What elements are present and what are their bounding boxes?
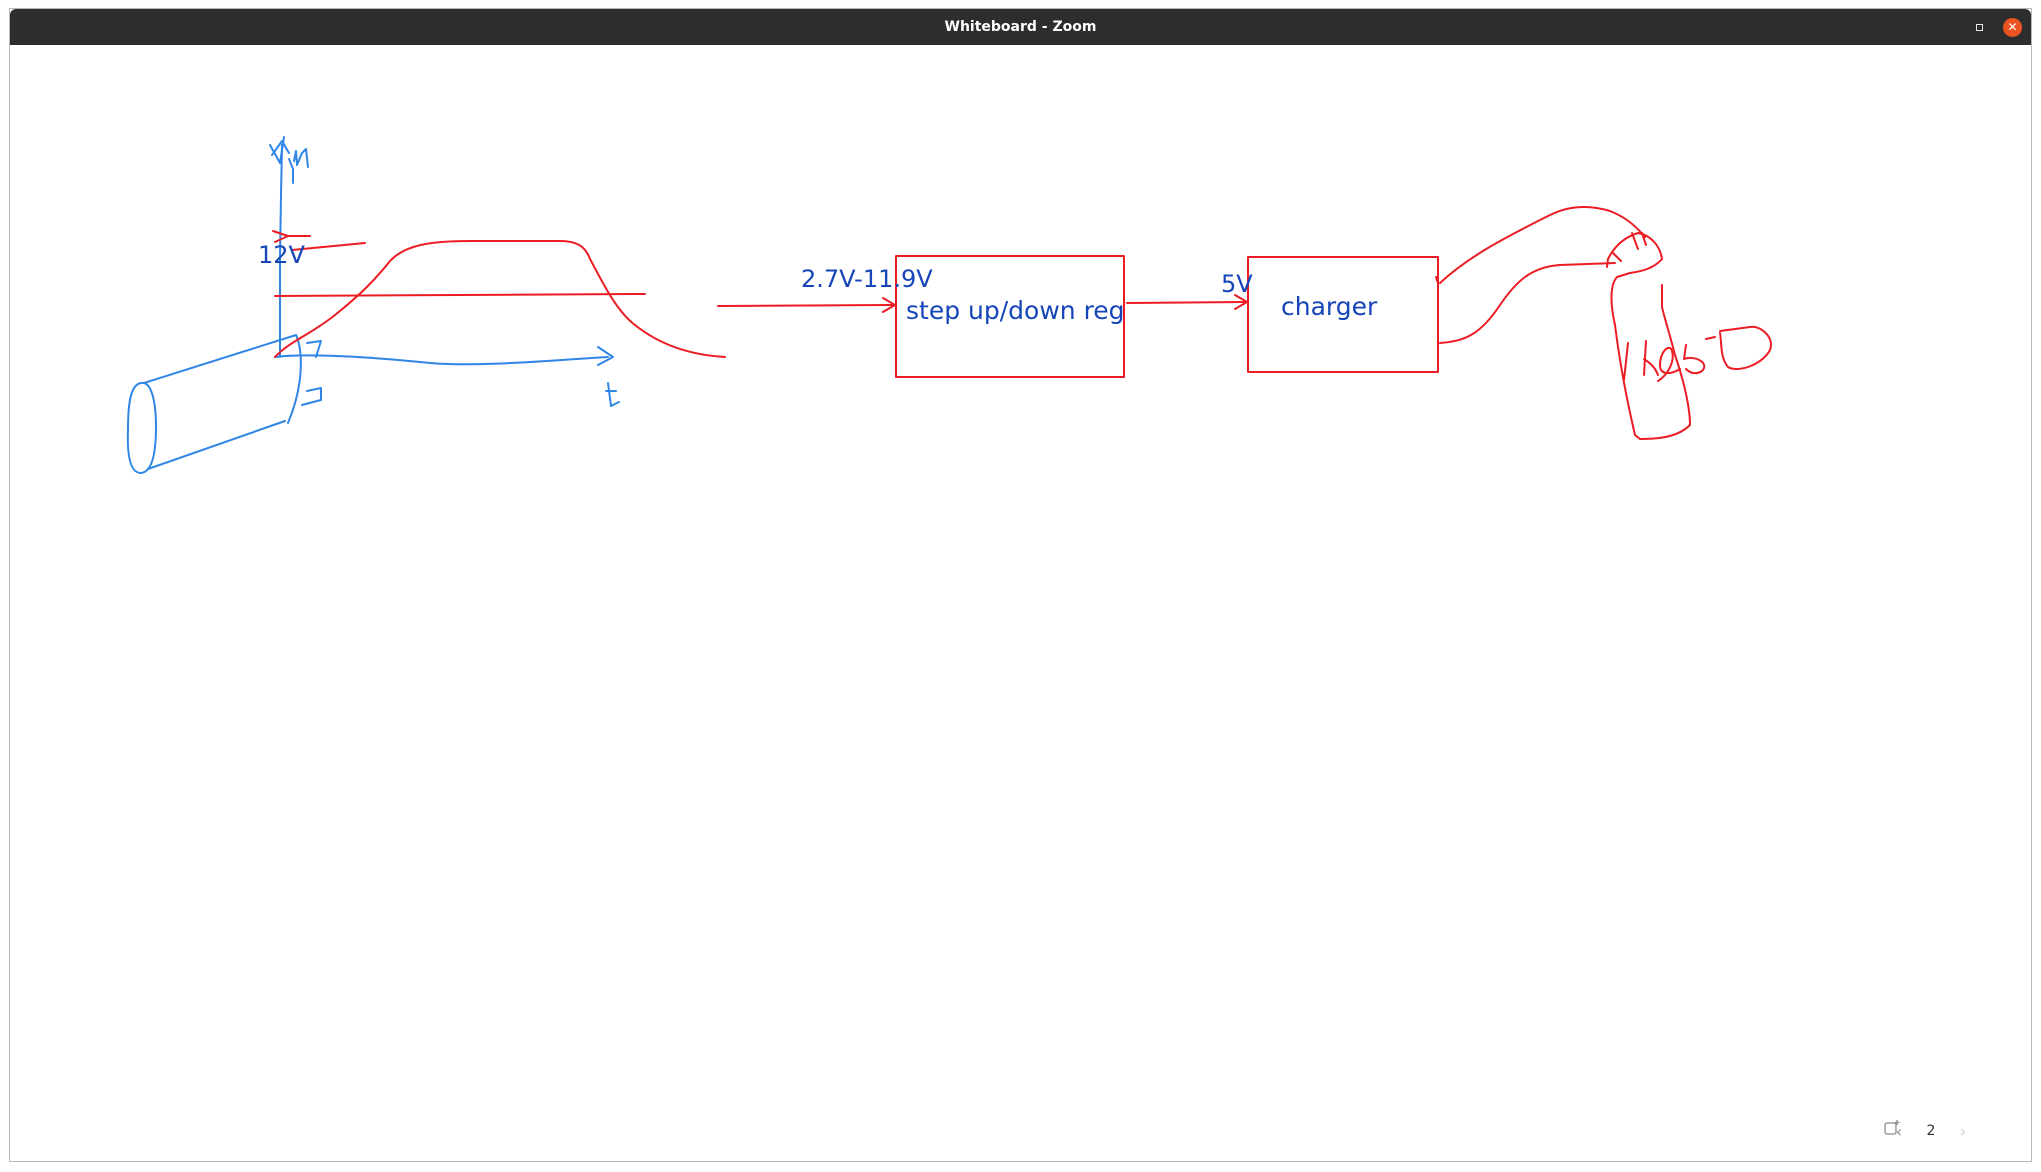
voltage-curve: [274, 240, 726, 358]
maximize-icon: [1975, 23, 1983, 31]
five-volt-label: 5V: [1221, 270, 1253, 298]
maximize-button[interactable]: [1973, 21, 1985, 33]
t-handwriting: [605, 382, 620, 407]
threshold-line: [274, 293, 646, 297]
add-page-icon: [1884, 1120, 1900, 1135]
arrow-to-regulator: [717, 304, 894, 307]
zoom-whiteboard-window: Whiteboard - Zoom ✕ 12V 2.7V-11.9V step …: [9, 8, 2032, 1162]
regulator-label: step up/down reg: [906, 296, 1125, 325]
x-axis-stroke: [274, 354, 609, 366]
arrow-to-charger: [1126, 301, 1246, 304]
whiteboard-canvas[interactable]: 12V 2.7V-11.9V step up/down reg 5V charg…: [10, 45, 2031, 1161]
close-button[interactable]: ✕: [2003, 18, 2022, 37]
charger-label: charger: [1281, 292, 1378, 321]
chevron-right-icon: ›: [1959, 1121, 1967, 1141]
voltage-12v-label: 12V: [258, 241, 305, 269]
charger-cable: [1439, 205, 1646, 284]
battery-cylinder: [126, 381, 157, 474]
page-navigator: ‹ 2 ›: [1883, 1119, 2011, 1143]
cell-cylinder: [1607, 232, 1691, 440]
add-page-button[interactable]: [1884, 1119, 2011, 1143]
x-axis-arrowhead: [597, 346, 614, 366]
whiteboard-drawing: [126, 136, 1772, 474]
range-label: 2.7V-11.9V: [801, 265, 933, 293]
next-page-button[interactable]: ›: [1947, 1119, 1979, 1143]
y-axis-label-handwriting: [269, 136, 309, 184]
titlebar[interactable]: Whiteboard - Zoom ✕: [10, 9, 2031, 45]
page-number: 2: [1926, 1123, 1936, 1139]
battery-terminal-strokes: [301, 340, 322, 406]
window-title: Whiteboard - Zoom: [944, 19, 1097, 35]
battery-label-handwriting: [1623, 325, 1772, 382]
